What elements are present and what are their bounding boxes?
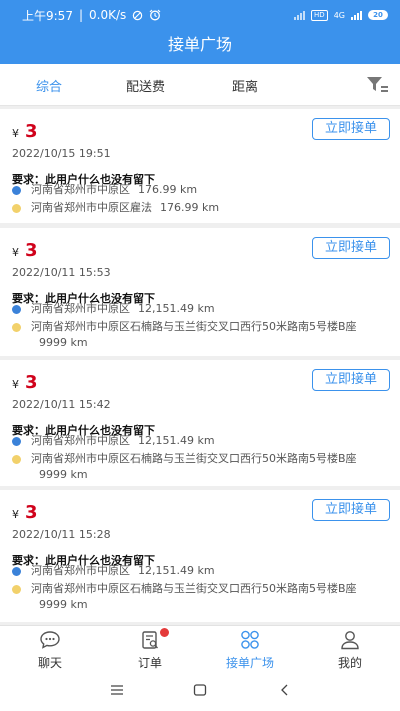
- dropoff-address-text: 河南省郑州市中原区石楠路与玉兰街交叉口西行50米路南5号楼B座: [31, 452, 357, 465]
- status-separator: |: [78, 8, 83, 22]
- order-price: 3: [25, 121, 38, 142]
- pickup-address-text: 河南省郑州市中原区: [31, 434, 130, 447]
- currency-symbol: ¥: [12, 246, 19, 259]
- tab-delivery-fee[interactable]: 配送费: [126, 76, 165, 95]
- filter-bar: 综合 配送费 距离: [0, 64, 400, 106]
- pickup-distance: 176.99 km: [138, 183, 198, 196]
- network-type: 4G: [333, 10, 345, 20]
- order-card[interactable]: ¥ 3 立即接单 2022/10/15 19:51 要求：此用户什么也没有留下 …: [0, 109, 400, 223]
- order-card[interactable]: ¥ 3 立即接单 2022/10/11 15:53 要求：此用户什么也没有留下 …: [0, 228, 400, 356]
- pickup-dot-icon: [12, 305, 21, 314]
- pickup-dot-icon: [12, 437, 21, 446]
- dropoff-distance: 9999 km: [39, 598, 88, 611]
- tab-orders[interactable]: 订单: [110, 628, 190, 671]
- filter-icon[interactable]: [364, 72, 390, 98]
- price-row: ¥ 3: [12, 502, 38, 523]
- pickup-address: 河南省郑州市中原区 12,151.49 km: [12, 433, 390, 449]
- price-row: ¥ 3: [12, 121, 38, 142]
- order-card[interactable]: ¥ 3 立即接单 2022/10/11 15:42 要求：此用户什么也没有留下 …: [0, 360, 400, 486]
- pickup-address-text: 河南省郑州市中原区: [31, 302, 130, 315]
- tab-order-plaza[interactable]: 接单广场: [210, 630, 290, 671]
- accept-order-button[interactable]: 立即接单: [312, 499, 390, 521]
- tab-profile[interactable]: 我的: [310, 630, 390, 671]
- order-price: 3: [25, 240, 38, 261]
- tab-label: 聊天: [37, 656, 62, 670]
- order-date: 2022/10/11 15:53: [12, 266, 111, 279]
- pickup-dot-icon: [12, 567, 21, 576]
- price-row: ¥ 3: [12, 372, 38, 393]
- price-row: ¥ 3: [12, 240, 38, 261]
- order-price: 3: [25, 372, 38, 393]
- tab-comprehensive[interactable]: 综合: [36, 76, 62, 95]
- status-time: 上午9:57: [22, 8, 73, 23]
- home-icon[interactable]: [193, 683, 207, 697]
- order-date: 2022/10/11 15:28: [12, 528, 111, 541]
- currency-symbol: ¥: [12, 127, 19, 140]
- page-title: 接单广场: [167, 35, 232, 54]
- dropoff-dot-icon: [12, 204, 21, 213]
- battery-icon: 20: [368, 10, 388, 20]
- pickup-address: 河南省郑州市中原区 12,151.49 km: [12, 563, 390, 579]
- grid-icon: [241, 630, 259, 649]
- chat-icon: [40, 631, 60, 649]
- order-price: 3: [25, 502, 38, 523]
- dropoff-address: 河南省郑州市中原区雇法 176.99 km: [12, 200, 390, 216]
- user-icon: [341, 631, 359, 650]
- accept-order-button[interactable]: 立即接单: [312, 369, 390, 391]
- status-bar: 上午9:57 | 0.0K/s HD 4G 20: [0, 0, 400, 30]
- pickup-distance: 12,151.49 km: [138, 564, 215, 577]
- dropoff-distance: 176.99 km: [160, 201, 220, 214]
- system-nav-bar: [0, 675, 400, 711]
- dropoff-distance: 9999 km: [39, 336, 88, 349]
- pickup-address: 河南省郑州市中原区 12,151.49 km: [12, 301, 390, 317]
- bottom-tab-bar: 聊天 订单 接单广场 我的: [0, 625, 400, 675]
- order-date: 2022/10/11 15:42: [12, 398, 111, 411]
- order-card[interactable]: ¥ 3 立即接单 2022/10/11 15:28 要求：此用户什么也没有留下 …: [0, 490, 400, 622]
- dropoff-address-text: 河南省郑州市中原区雇法: [31, 201, 152, 214]
- notification-badge: [160, 628, 169, 637]
- currency-symbol: ¥: [12, 378, 19, 391]
- pickup-distance: 12,151.49 km: [138, 434, 215, 447]
- tab-label: 订单: [137, 656, 162, 670]
- cell-signal-icon: [351, 10, 362, 20]
- dropoff-dot-icon: [12, 323, 21, 332]
- status-speed: 0.0K/s: [89, 8, 127, 22]
- dropoff-address-text: 河南省郑州市中原区石楠路与玉兰街交叉口西行50米路南5号楼B座: [31, 320, 357, 333]
- tab-label: 我的: [337, 656, 362, 670]
- tab-distance[interactable]: 距离: [232, 76, 258, 95]
- accept-order-button[interactable]: 立即接单: [312, 237, 390, 259]
- wifi-signal-icon: [294, 10, 306, 20]
- tab-label: 接单广场: [225, 656, 274, 670]
- dropoff-dot-icon: [12, 455, 21, 464]
- pickup-distance: 12,151.49 km: [138, 302, 215, 315]
- back-icon[interactable]: [278, 683, 292, 697]
- dropoff-address: 河南省郑州市中原区石楠路与玉兰街交叉口西行50米路南5号楼B座 9999 km: [12, 451, 390, 483]
- pickup-address: 河南省郑州市中原区 176.99 km: [12, 182, 390, 198]
- dropoff-dot-icon: [12, 585, 21, 594]
- app-bar: 接单广场: [0, 30, 400, 64]
- data-saver-icon: [133, 10, 143, 20]
- order-date: 2022/10/15 19:51: [12, 147, 111, 160]
- accept-order-button[interactable]: 立即接单: [312, 118, 390, 140]
- dropoff-address: 河南省郑州市中原区石楠路与玉兰街交叉口西行50米路南5号楼B座 9999 km: [12, 581, 390, 613]
- network-tag: HD: [311, 9, 328, 21]
- pickup-dot-icon: [12, 186, 21, 195]
- pickup-address-text: 河南省郑州市中原区: [31, 564, 130, 577]
- dropoff-address-text: 河南省郑州市中原区石楠路与玉兰街交叉口西行50米路南5号楼B座: [31, 582, 357, 595]
- dropoff-distance: 9999 km: [39, 468, 88, 481]
- pickup-address-text: 河南省郑州市中原区: [31, 183, 130, 196]
- currency-symbol: ¥: [12, 508, 19, 521]
- alarm-icon: [149, 9, 161, 21]
- dropoff-address: 河南省郑州市中原区石楠路与玉兰街交叉口西行50米路南5号楼B座 9999 km: [12, 319, 390, 351]
- menu-icon[interactable]: [110, 683, 124, 697]
- order-icon: [142, 631, 158, 649]
- tab-chat[interactable]: 聊天: [10, 630, 90, 671]
